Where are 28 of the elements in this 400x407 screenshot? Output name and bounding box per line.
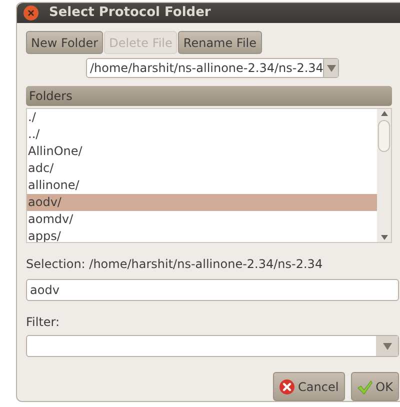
checkmark-icon	[356, 378, 373, 394]
selection-label: Selection: /home/harshit/ns-allinone-2.34/ns-2.34	[26, 256, 324, 273]
path-dropdown[interactable]: /home/harshit/ns-allinone-2.34/ns-2.34	[86, 58, 339, 78]
scroll-up-arrow-icon[interactable]	[380, 111, 388, 116]
toolbar-button[interactable]: New Folder	[26, 31, 104, 54]
scroll-down-arrow-icon[interactable]	[380, 235, 388, 240]
scrollbar[interactable]	[377, 109, 391, 242]
toolbar-button[interactable]: Rename File	[178, 31, 262, 54]
cancel-icon	[279, 378, 296, 394]
path-value: /home/harshit/ns-allinone-2.34/ns-2.34	[89, 60, 324, 77]
filter-label: Filter:	[26, 314, 61, 331]
close-icon[interactable]	[23, 5, 39, 21]
folder-item[interactable]: aomdv/	[27, 211, 377, 228]
folder-item[interactable]: ../	[27, 126, 377, 143]
scrollbar-thumb[interactable]	[378, 120, 390, 152]
window-title: Select Protocol Folder	[49, 4, 211, 22]
filter-dropdown[interactable]	[26, 335, 399, 357]
dropdown-arrow-icon	[382, 342, 392, 350]
dropdown-arrow-icon	[326, 64, 336, 72]
folder-item[interactable]: ./	[27, 109, 377, 126]
folder-item[interactable]: AllinOne/	[27, 143, 377, 160]
folder-item[interactable]: adc/	[27, 160, 377, 177]
cancel-button[interactable]: Cancel	[273, 372, 345, 401]
folders-column-header[interactable]: Folders	[26, 86, 392, 106]
folder-item[interactable]: aodv/	[27, 194, 377, 211]
ok-button[interactable]: OK	[350, 372, 399, 401]
selection-field[interactable]: aodv	[26, 279, 399, 301]
folder-item[interactable]: allinone/	[27, 177, 377, 194]
